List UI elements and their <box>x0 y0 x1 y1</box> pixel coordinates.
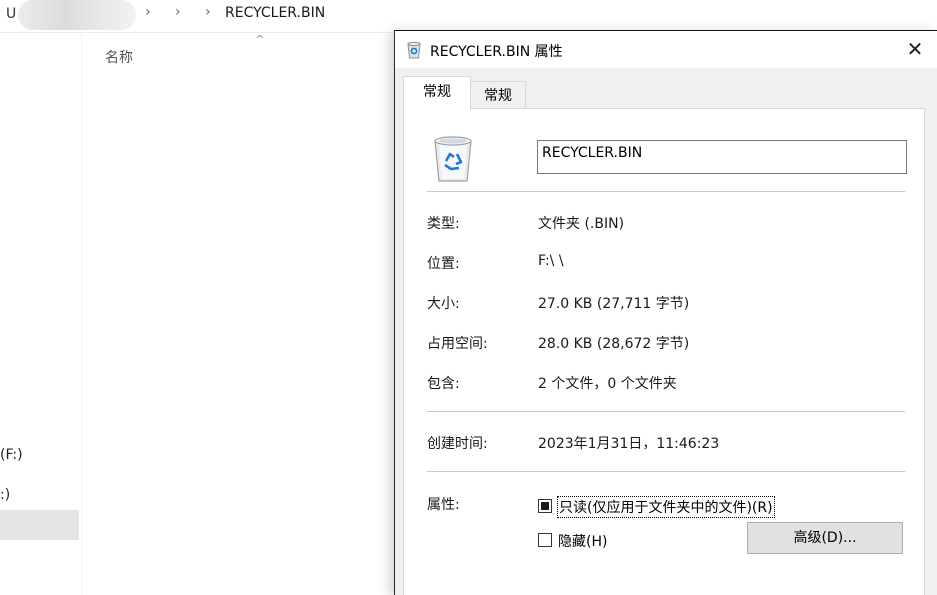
hidden-label[interactable]: 隐藏(H) <box>558 531 607 551</box>
dialog-title: RECYCLER.BIN 属性 <box>430 44 563 60</box>
type-label: 类型: <box>427 216 460 232</box>
location-label: 位置: <box>427 256 460 272</box>
type-value: 文件夹 (.BIN) <box>538 216 625 232</box>
separator <box>427 411 905 412</box>
nav-item-drive-f[interactable]: (F:) <box>0 447 23 463</box>
created-value: 2023年1月31日，11:46:23 <box>538 436 720 452</box>
nav-item-drive[interactable]: :) <box>0 487 10 503</box>
breadcrumb-current[interactable]: RECYCLER.BIN <box>225 5 325 21</box>
name-field[interactable]: RECYCLER.BIN <box>537 140 907 174</box>
contains-value: 2 个文件，0 个文件夹 <box>538 376 677 392</box>
nav-pane-divider[interactable] <box>81 33 82 595</box>
size-value: 27.0 KB (27,711 字节) <box>538 296 690 312</box>
column-header-name[interactable]: 名称 <box>105 47 133 67</box>
readonly-label[interactable]: 只读(仅应用于文件夹中的文件)(R) <box>557 496 775 518</box>
size-on-disk-value: 28.0 KB (28,672 字节) <box>538 336 690 352</box>
close-icon: ✕ <box>906 37 924 61</box>
tab-general[interactable]: 常规 <box>403 76 471 110</box>
dialog-titlebar[interactable]: RECYCLER.BIN 属性 ✕ <box>395 30 937 68</box>
recycle-bin-icon <box>434 136 472 182</box>
size-label: 大小: <box>427 296 460 312</box>
tab-general-2[interactable]: 常规 <box>470 81 526 109</box>
contains-label: 包含: <box>427 376 460 392</box>
readonly-checkbox[interactable] <box>538 499 552 513</box>
size-on-disk-label: 占用空间: <box>427 336 488 352</box>
advanced-button[interactable]: 高级(D)... <box>747 522 903 554</box>
created-label: 创建时间: <box>427 436 488 452</box>
close-button[interactable]: ✕ <box>893 35 937 65</box>
breadcrumb-chevron-icon[interactable]: › <box>145 4 151 20</box>
properties-dialog: RECYCLER.BIN 属性 ✕ 常规 常规 RECYCLER.BIN 类型:… <box>394 30 937 595</box>
breadcrumb-chevron-icon[interactable]: › <box>175 4 181 20</box>
hidden-checkbox[interactable] <box>538 533 552 547</box>
separator <box>427 471 905 472</box>
attributes-label: 属性: <box>427 497 460 513</box>
breadcrumb-chevron-icon[interactable]: › <box>205 4 211 20</box>
general-tab-panel: RECYCLER.BIN 类型: 文件夹 (.BIN) 位置: F:\ \ 大小… <box>403 108 925 595</box>
recycle-bin-icon <box>407 41 421 59</box>
address-bar-blurred[interactable] <box>18 0 136 30</box>
location-value: F:\ \ <box>538 253 564 269</box>
sort-ascending-icon: ^ <box>255 33 265 46</box>
address-prefix: U <box>6 6 17 22</box>
separator <box>427 191 905 192</box>
nav-selected-highlight[interactable] <box>0 510 79 540</box>
